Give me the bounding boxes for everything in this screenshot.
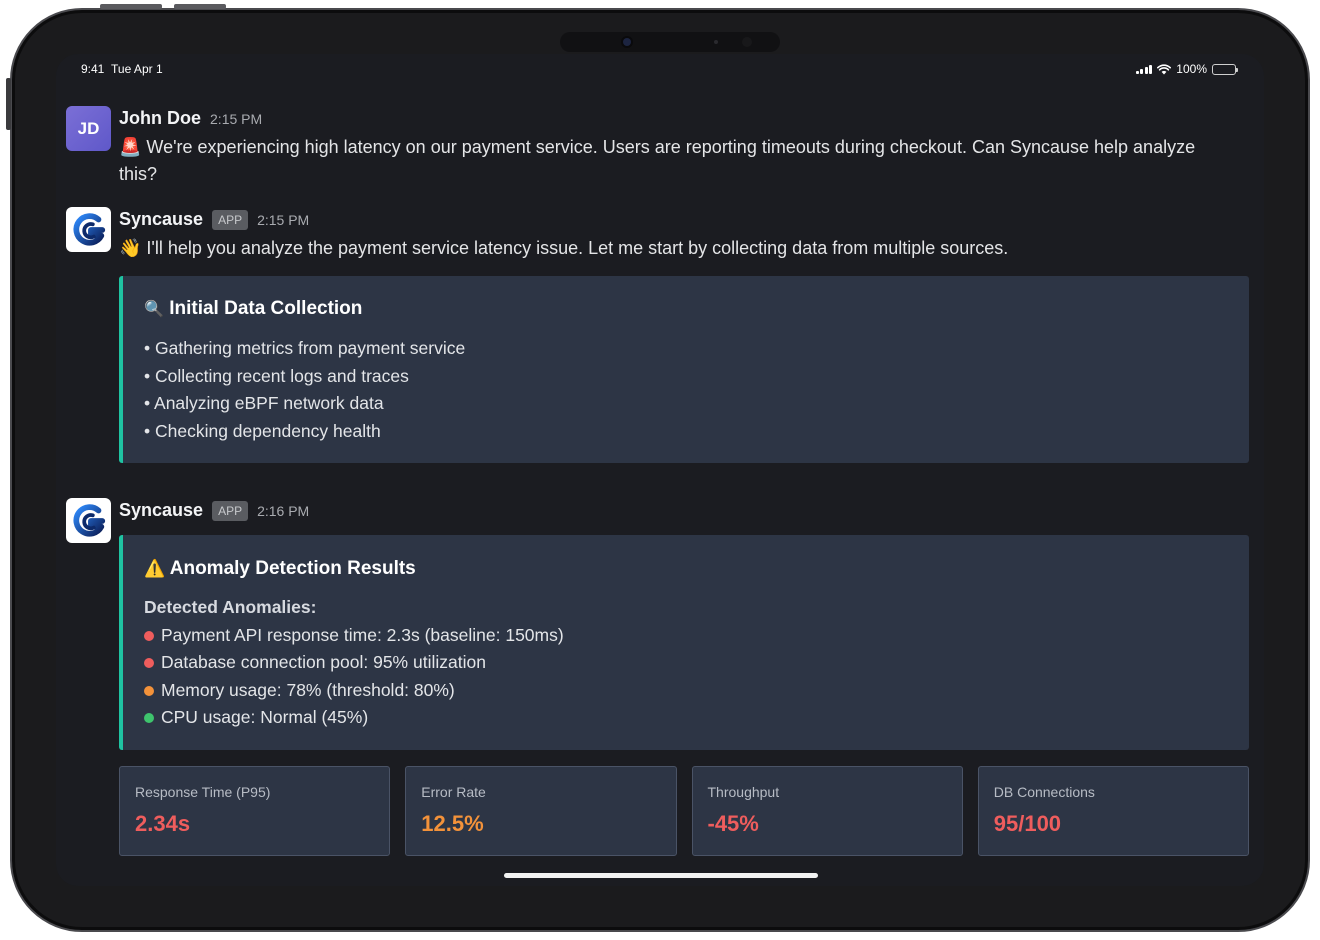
battery-icon — [1212, 63, 1238, 75]
metric-label: DB Connections — [993, 784, 1095, 800]
message-header: John Doe 2:15 PM — [119, 108, 262, 129]
card-title: 🔍 Initial Data Collection — [144, 298, 363, 319]
wifi-icon — [1157, 63, 1172, 74]
warning-icon: ⚠️ — [144, 559, 166, 578]
metric-card-db-connections[interactable]: DB Connections 95/100 — [977, 766, 1249, 856]
list-item: Memory usage: 78% (threshold: 80%) — [144, 677, 564, 705]
metric-card-throughput[interactable]: Throughput -45% — [691, 766, 963, 856]
list-item: Payment API response time: 2.3s (baselin… — [144, 622, 564, 650]
message-timestamp[interactable]: 2:15 PM — [257, 212, 309, 228]
battery-percentage: 100% — [1176, 62, 1207, 76]
status-bar: 9:41 Tue Apr 1 100% — [56, 54, 1264, 86]
camera-housing — [560, 32, 780, 52]
list-item: • Analyzing eBPF network data — [144, 393, 384, 413]
metric-label: Response Time (P95) — [135, 784, 271, 800]
metrics-row: Response Time (P95) 2.34s Error Rate 12.… — [119, 766, 1249, 856]
metric-card-response-time[interactable]: Response Time (P95) 2.34s — [119, 766, 391, 856]
sender-name[interactable]: John Doe — [119, 108, 201, 129]
initial-data-collection-card: 🔍 Initial Data Collection • Gathering me… — [119, 276, 1249, 463]
magnifier-icon: 🔍 — [144, 301, 164, 318]
cellular-signal-icon — [1135, 64, 1153, 74]
card-title: ⚠️ Anomaly Detection Results — [144, 558, 416, 579]
volume-up-button — [100, 4, 162, 9]
status-dot-red-icon — [144, 658, 154, 668]
syncause-logo-icon[interactable] — [66, 498, 111, 543]
message-timestamp[interactable]: 2:16 PM — [257, 503, 309, 519]
message-header: Syncause APP 2:16 PM — [119, 500, 309, 522]
sensor-icon — [714, 40, 718, 44]
message-text: 🚨 We're experiencing high latency on our… — [119, 137, 1196, 184]
app-badge: APP — [212, 210, 249, 230]
app-badge: APP — [212, 501, 249, 521]
anomalies-subheading: Detected Anomalies: — [144, 597, 317, 617]
metric-value: 2.34s — [135, 811, 191, 836]
list-item: • Checking dependency health — [144, 420, 381, 441]
status-dot-green-icon — [144, 713, 154, 723]
anomaly-list: Detected Anomalies: Payment API response… — [144, 594, 564, 732]
status-dot-orange-icon — [144, 685, 154, 696]
metric-card-error-rate[interactable]: Error Rate 12.5% — [405, 766, 677, 856]
syncause-logo-icon[interactable] — [66, 207, 111, 252]
metric-value: 95/100 — [993, 811, 1062, 836]
status-time: 9:41 Tue Apr 1 — [81, 62, 163, 76]
front-camera-icon — [623, 38, 631, 46]
list-item: • Collecting recent logs and traces — [144, 365, 409, 386]
sensor-icon — [742, 37, 752, 47]
home-indicator[interactable] — [504, 873, 818, 878]
siren-icon: 🚨 — [119, 137, 142, 157]
status-dot-red-icon — [144, 630, 154, 641]
volume-down-button — [174, 4, 226, 9]
anomaly-detection-card: ⚠️ Anomaly Detection Results Detected An… — [119, 535, 1249, 750]
list-item: CPU usage: Normal (45%) — [144, 704, 564, 732]
metric-label: Throughput — [707, 784, 780, 800]
waving-hand-icon: 👋 — [119, 238, 142, 258]
card-list: • Gathering metrics from payment service… — [144, 335, 465, 445]
avatar[interactable]: JD — [66, 106, 111, 151]
sender-name[interactable]: Syncause — [119, 209, 203, 230]
chat-screen: 9:41 Tue Apr 1 100% JD John Doe 2:15 PM … — [56, 54, 1264, 886]
metric-label: Error Rate — [421, 784, 486, 800]
metric-value: -45% — [707, 811, 759, 836]
message-text: 👋 I'll help you analyze the payment serv… — [119, 238, 1009, 258]
status-indicators: 100% — [1135, 62, 1238, 76]
list-item: Database connection pool: 95% utilizatio… — [144, 649, 564, 677]
side-button — [6, 78, 11, 130]
message-timestamp[interactable]: 2:15 PM — [210, 111, 262, 127]
sender-name[interactable]: Syncause — [119, 500, 203, 521]
metric-value: 12.5% — [421, 811, 484, 836]
message-header: Syncause APP 2:15 PM — [119, 209, 309, 231]
message-john-doe: JD John Doe 2:15 PM 🚨 We're experiencing… — [66, 106, 1254, 186]
list-item: • Gathering metrics from payment service — [144, 338, 466, 358]
